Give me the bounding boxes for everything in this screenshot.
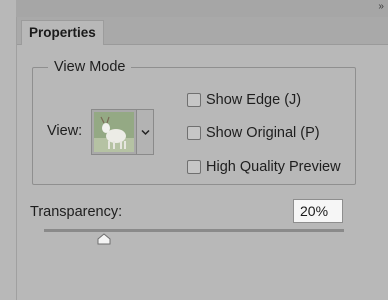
- transparency-slider-track[interactable]: [44, 229, 344, 232]
- high-quality-preview-label: High Quality Preview: [206, 159, 341, 175]
- view-thumbnail-picker[interactable]: [91, 109, 137, 155]
- chevron-down-icon: [141, 129, 150, 136]
- view-label: View:: [47, 123, 83, 139]
- goat-thumbnail-image: [94, 112, 134, 152]
- panel-top-strip: ››: [16, 0, 388, 17]
- show-original-checkbox[interactable]: [187, 126, 201, 140]
- high-quality-preview-checkbox[interactable]: [187, 160, 201, 174]
- panel-empty-area: [16, 246, 388, 300]
- view-mode-legend: View Mode: [48, 59, 132, 75]
- show-edge-label: Show Edge (J): [206, 92, 302, 108]
- tab-properties[interactable]: Properties: [21, 20, 104, 45]
- transparency-label: Transparency:: [30, 204, 123, 220]
- collapse-panel-icon[interactable]: ››: [378, 1, 384, 12]
- transparency-slider-thumb[interactable]: [97, 233, 111, 245]
- view-dropdown-button[interactable]: [137, 109, 154, 155]
- show-original-label: Show Original (P): [206, 125, 320, 141]
- show-edge-checkbox[interactable]: [187, 93, 201, 107]
- transparency-value-input[interactable]: [293, 199, 343, 223]
- panel-tab-bar: Properties: [16, 17, 388, 45]
